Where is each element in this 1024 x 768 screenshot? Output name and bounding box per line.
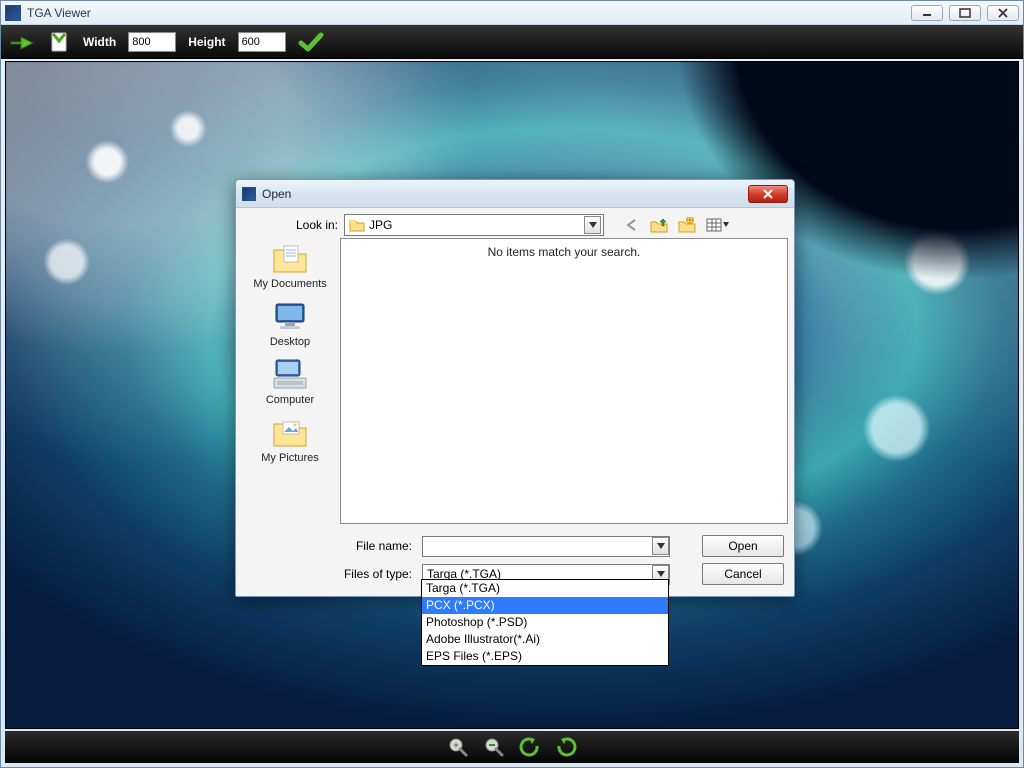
zoom-out-button[interactable] (483, 736, 505, 758)
dialog-close-button[interactable] (748, 185, 788, 203)
rotate-left-icon (519, 736, 541, 758)
place-label: Computer (242, 394, 338, 406)
view-menu-icon (706, 217, 730, 233)
places-bar: My Documents Desktop (242, 238, 338, 524)
svg-text:+: + (453, 740, 458, 750)
dialog-title: Open (262, 187, 291, 201)
rotate-right-icon (555, 736, 577, 758)
app-title: TGA Viewer (27, 6, 91, 20)
folder-up-icon (650, 217, 668, 233)
minimize-icon (921, 9, 933, 17)
arrow-left-icon (624, 218, 640, 232)
dialog-titlebar[interactable]: Open (236, 180, 794, 208)
filename-dropdown-arrow[interactable] (652, 537, 669, 555)
back-button[interactable] (624, 218, 640, 232)
open-button[interactable]: Open (702, 535, 784, 557)
save-file-button[interactable] (47, 31, 71, 53)
folder-documents-icon (270, 240, 310, 276)
dialog-app-icon (242, 187, 256, 201)
bottom-toolbar: + (5, 731, 1019, 763)
height-input[interactable] (238, 32, 286, 52)
maximize-icon (959, 8, 971, 18)
window-controls (911, 5, 1019, 21)
lookin-dropdown-arrow[interactable] (584, 216, 601, 234)
filetype-option[interactable]: PCX (*.PCX) (422, 597, 668, 614)
main-toolbar: Width Height (1, 25, 1023, 59)
place-desktop[interactable]: Desktop (242, 298, 338, 348)
folder-new-icon (678, 217, 696, 233)
place-computer[interactable]: Computer (242, 356, 338, 406)
rotate-left-button[interactable] (519, 736, 541, 758)
file-list[interactable]: No items match your search. (340, 238, 788, 524)
minimize-button[interactable] (911, 5, 943, 21)
height-label: Height (188, 35, 225, 49)
dialog-nav-icons (624, 217, 730, 233)
filetype-option[interactable]: Photoshop (*.PSD) (422, 614, 668, 631)
chevron-down-icon (657, 543, 665, 549)
view-menu-button[interactable] (706, 217, 730, 233)
filename-label: File name: (242, 539, 412, 553)
zoom-in-button[interactable]: + (447, 736, 469, 758)
new-folder-button[interactable] (678, 217, 696, 233)
app-icon (5, 5, 21, 21)
filetype-option[interactable]: Adobe Illustrator(*.Ai) (422, 631, 668, 648)
place-label: My Pictures (242, 452, 338, 464)
folder-pictures-icon (270, 414, 310, 450)
filetype-option[interactable]: EPS Files (*.EPS) (422, 648, 668, 665)
main-titlebar: TGA Viewer (1, 1, 1023, 25)
empty-message: No items match your search. (488, 245, 641, 523)
width-input[interactable] (128, 32, 176, 52)
apply-size-button[interactable] (298, 31, 324, 53)
close-button[interactable] (987, 5, 1019, 21)
open-file-button[interactable] (9, 31, 35, 53)
open-dialog: Open Look in: JPG (235, 179, 795, 597)
rotate-right-button[interactable] (555, 736, 577, 758)
place-label: Desktop (242, 336, 338, 348)
close-icon (997, 8, 1009, 18)
computer-icon (270, 356, 310, 392)
zoom-in-icon: + (447, 736, 469, 758)
width-label: Width (83, 35, 116, 49)
lookin-value: JPG (369, 218, 580, 232)
save-doc-icon (47, 31, 71, 53)
check-icon (298, 31, 324, 53)
folder-icon (349, 218, 365, 232)
desktop-icon (270, 298, 310, 334)
close-icon (762, 189, 774, 199)
chevron-down-icon (657, 571, 665, 577)
place-my-documents[interactable]: My Documents (242, 240, 338, 290)
filename-field[interactable] (422, 536, 670, 557)
filetype-label: Files of type: (242, 567, 412, 581)
up-one-level-button[interactable] (650, 217, 668, 233)
main-window: TGA Viewer Width Height (0, 0, 1024, 768)
filetype-option[interactable]: Targa (*.TGA) (422, 580, 668, 597)
filetype-dropdown-list[interactable]: Targa (*.TGA)PCX (*.PCX)Photoshop (*.PSD… (421, 579, 669, 666)
cancel-button[interactable]: Cancel (702, 563, 784, 585)
maximize-button[interactable] (949, 5, 981, 21)
lookin-row: Look in: JPG (236, 208, 794, 238)
chevron-down-icon (589, 222, 597, 228)
place-my-pictures[interactable]: My Pictures (242, 414, 338, 464)
place-label: My Documents (242, 278, 338, 290)
lookin-label: Look in: (244, 218, 338, 232)
dialog-body: My Documents Desktop (242, 238, 788, 524)
zoom-out-icon (483, 736, 505, 758)
open-arrow-icon (9, 31, 35, 53)
lookin-combo[interactable]: JPG (344, 214, 604, 236)
